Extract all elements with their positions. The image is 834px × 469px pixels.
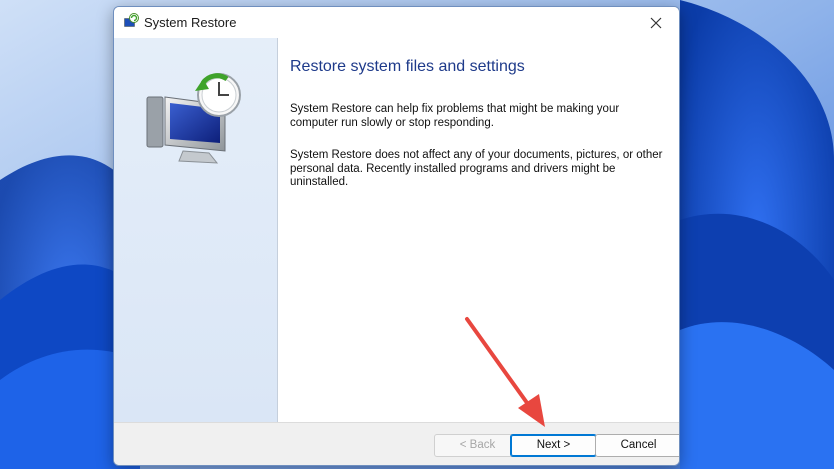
description-paragraph-1: System Restore can help fix problems tha… <box>290 103 620 129</box>
description-paragraph-2: System Restore does not affect any of yo… <box>290 149 663 188</box>
annotation-arrow-icon <box>465 317 545 427</box>
page-heading: Restore system files and settings <box>290 58 525 75</box>
system-restore-icon <box>124 13 139 27</box>
window-title: System Restore <box>144 15 237 30</box>
button-footer: < Back Next > Cancel <box>114 422 679 465</box>
left-banner-panel <box>114 38 278 422</box>
close-button[interactable] <box>633 7 679 38</box>
next-button[interactable]: Next > <box>510 434 597 457</box>
close-icon <box>650 17 662 28</box>
system-restore-hero-icon <box>146 73 241 164</box>
cancel-button[interactable]: Cancel <box>595 434 679 457</box>
back-button[interactable]: < Back <box>434 434 521 457</box>
system-restore-window: System Restore Restore system files and … <box>113 6 680 466</box>
title-bar[interactable]: System Restore <box>114 7 679 38</box>
